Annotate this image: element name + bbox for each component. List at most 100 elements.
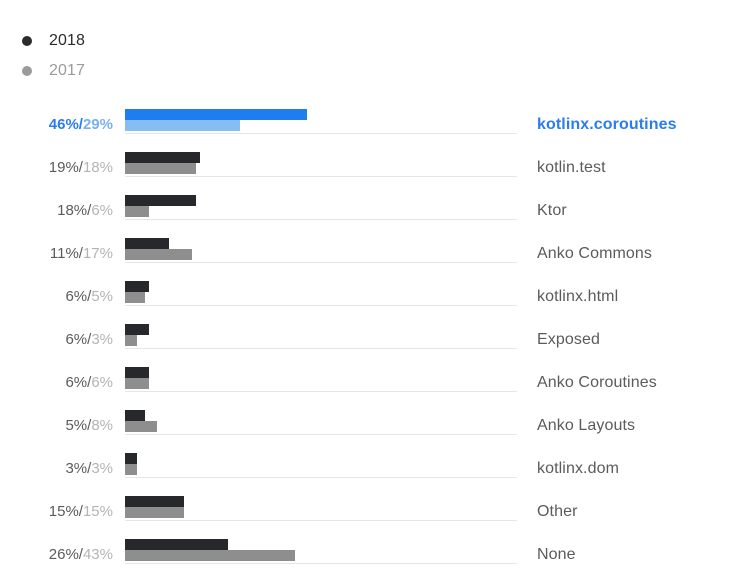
bar-track [125,563,517,564]
table-row[interactable]: 46%/29% kotlinx.coroutines [0,103,743,146]
row-bar-group [125,189,517,232]
row-label[interactable]: Exposed [537,318,600,361]
percent-current: 19% [48,159,79,176]
chart-rows: 46%/29% kotlinx.coroutines 19%/18% kotlin.t… [0,103,743,576]
row-percent-values: 18%/6% [0,189,113,232]
bar-track [125,348,517,349]
row-percent-values: 6%/5% [0,275,113,318]
percent-previous: 5% [91,288,113,305]
table-row[interactable]: 19%/18% kotlin.test [0,146,743,189]
row-bar-group [125,146,517,189]
percent-previous: 6% [91,374,113,391]
row-label[interactable]: Anko Layouts [537,404,635,447]
legend-item-2017[interactable]: 2017 [22,56,85,86]
row-percent-values: 19%/18% [0,146,113,189]
bar-track [125,133,517,134]
bar-previous-year [125,335,137,346]
bar-track [125,434,517,435]
bar-current-year [125,195,196,206]
row-percent-values: 6%/3% [0,318,113,361]
row-label[interactable]: Anko Coroutines [537,361,657,404]
bar-previous-year [125,163,196,174]
table-row[interactable]: 6%/5% kotlinx.html [0,275,743,318]
bar-previous-year [125,464,137,475]
library-usage-bar-chart: 2018 2017 46%/29% kotlinx.coroutines 19%/1… [0,0,743,587]
bar-previous-year [125,292,145,303]
row-percent-values: 26%/43% [0,533,113,576]
bar-current-year [125,539,228,550]
bar-current-year [125,152,200,163]
legend-item-2018[interactable]: 2018 [22,26,85,56]
percent-previous: 43% [82,546,113,563]
percent-current: 5% [65,417,88,434]
bar-previous-year [125,249,192,260]
bar-current-year [125,453,137,464]
percent-current: 3% [65,460,88,477]
bar-previous-year [125,550,295,561]
percent-current: 6% [65,288,88,305]
percent-previous: 29% [82,116,113,133]
row-bar-group [125,318,517,361]
table-row[interactable]: 18%/6% Ktor [0,189,743,232]
row-percent-values: 46%/29% [0,103,113,146]
percent-previous: 6% [91,202,113,219]
bar-current-year [125,496,184,507]
table-row[interactable]: 5%/8% Anko Layouts [0,404,743,447]
row-bar-group [125,275,517,318]
bar-current-year [125,238,169,249]
bar-current-year [125,109,307,120]
table-row[interactable]: 3%/3% kotlinx.dom [0,447,743,490]
table-row[interactable]: 15%/15% Other [0,490,743,533]
table-row[interactable]: 11%/17% Anko Commons [0,232,743,275]
row-bar-group [125,361,517,404]
dot-icon [22,66,32,76]
legend-label-2018: 2018 [49,32,85,49]
row-label[interactable]: Other [537,490,578,533]
percent-previous: 3% [91,331,113,348]
table-row[interactable]: 6%/3% Exposed [0,318,743,361]
row-percent-values: 6%/6% [0,361,113,404]
percent-current: 11% [49,245,79,262]
bar-current-year [125,410,145,421]
percent-current: 6% [65,374,88,391]
row-label[interactable]: kotlinx.coroutines [537,103,677,146]
row-bar-group [125,447,517,490]
percent-current: 15% [48,503,79,520]
bar-previous-year [125,421,157,432]
bar-track [125,477,517,478]
bar-track [125,262,517,263]
percent-previous: 3% [91,460,113,477]
percent-current: 46% [48,116,79,133]
row-bar-group [125,103,517,146]
table-row[interactable]: 6%/6% Anko Coroutines [0,361,743,404]
row-bar-group [125,533,517,576]
row-percent-values: 5%/8% [0,404,113,447]
row-label[interactable]: kotlinx.html [537,275,618,318]
percent-current: 6% [65,331,88,348]
dot-icon [22,36,32,46]
row-percent-values: 11%/17% [0,232,113,275]
bar-previous-year [125,507,184,518]
bar-previous-year [125,120,240,131]
row-label[interactable]: None [537,533,576,576]
row-label[interactable]: Anko Commons [537,232,652,275]
bar-track [125,176,517,177]
bar-track [125,520,517,521]
percent-previous: 17% [82,245,113,262]
bar-current-year [125,281,149,292]
percent-previous: 8% [91,417,113,434]
percent-previous: 18% [82,159,113,176]
bar-current-year [125,324,149,335]
row-label[interactable]: kotlinx.dom [537,447,619,490]
row-bar-group [125,404,517,447]
row-percent-values: 15%/15% [0,490,113,533]
row-label[interactable]: Ktor [537,189,567,232]
legend-label-2017: 2017 [49,62,85,79]
row-label[interactable]: kotlin.test [537,146,606,189]
table-row[interactable]: 26%/43% None [0,533,743,576]
percent-current: 26% [48,546,79,563]
bar-previous-year [125,378,149,389]
bar-track [125,391,517,392]
bar-current-year [125,367,149,378]
chart-legend: 2018 2017 [22,26,85,86]
